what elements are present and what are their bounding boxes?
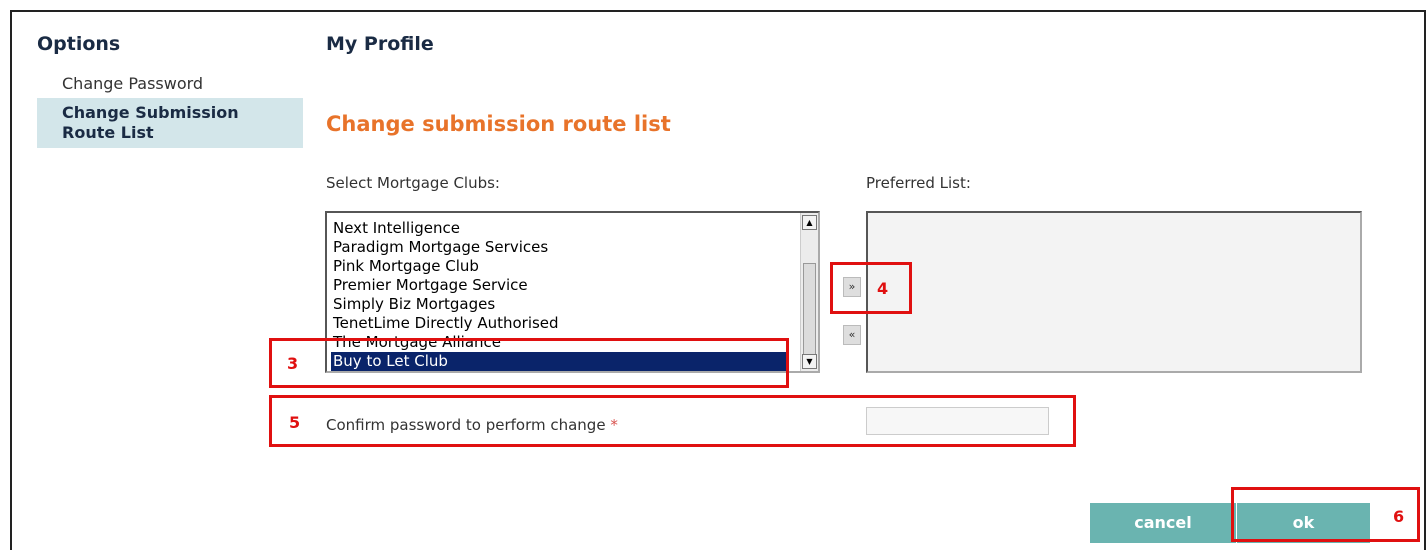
mortgage-clubs-label: Select Mortgage Clubs: [326,174,500,192]
sidebar-item-change-submission-route-list[interactable]: Change Submission Route List [37,98,303,148]
move-left-button[interactable]: « [843,325,861,345]
annotation-number-4: 4 [877,279,889,298]
preferred-listbox[interactable] [866,211,1362,373]
club-option[interactable]: TenetLime Directly Authorised [331,314,788,333]
scroll-down-arrow-icon[interactable]: ▼ [802,354,817,369]
scroll-thumb[interactable] [803,263,816,367]
page-title: My Profile [326,33,434,55]
club-option[interactable]: Simply Biz Mortgages [331,295,788,314]
options-heading: Options [37,33,121,55]
club-option[interactable]: Next Intelligence [331,219,788,238]
preferred-list-label: Preferred List: [866,174,971,192]
annotation-box-4 [830,262,912,314]
sidebar-item-label: Change Submission Route List [62,103,239,142]
club-option[interactable]: Paradigm Mortgage Services [331,238,788,257]
annotation-number-3: 3 [287,354,299,373]
sidebar-item-change-password[interactable]: Change Password [62,74,203,93]
annotation-box-5 [269,395,1076,447]
club-option[interactable]: Pink Mortgage Club [331,257,788,276]
annotation-number-6: 6 [1393,507,1405,526]
cancel-button[interactable]: cancel [1090,503,1236,543]
annotation-box-3 [269,338,789,388]
annotation-number-5: 5 [289,413,301,432]
listbox-scrollbar[interactable]: ▲ ▼ [800,213,818,371]
section-title: Change submission route list [326,112,671,136]
club-option[interactable]: Premier Mortgage Service [331,276,788,295]
scroll-up-arrow-icon[interactable]: ▲ [802,215,817,230]
annotation-box-6 [1231,487,1420,542]
